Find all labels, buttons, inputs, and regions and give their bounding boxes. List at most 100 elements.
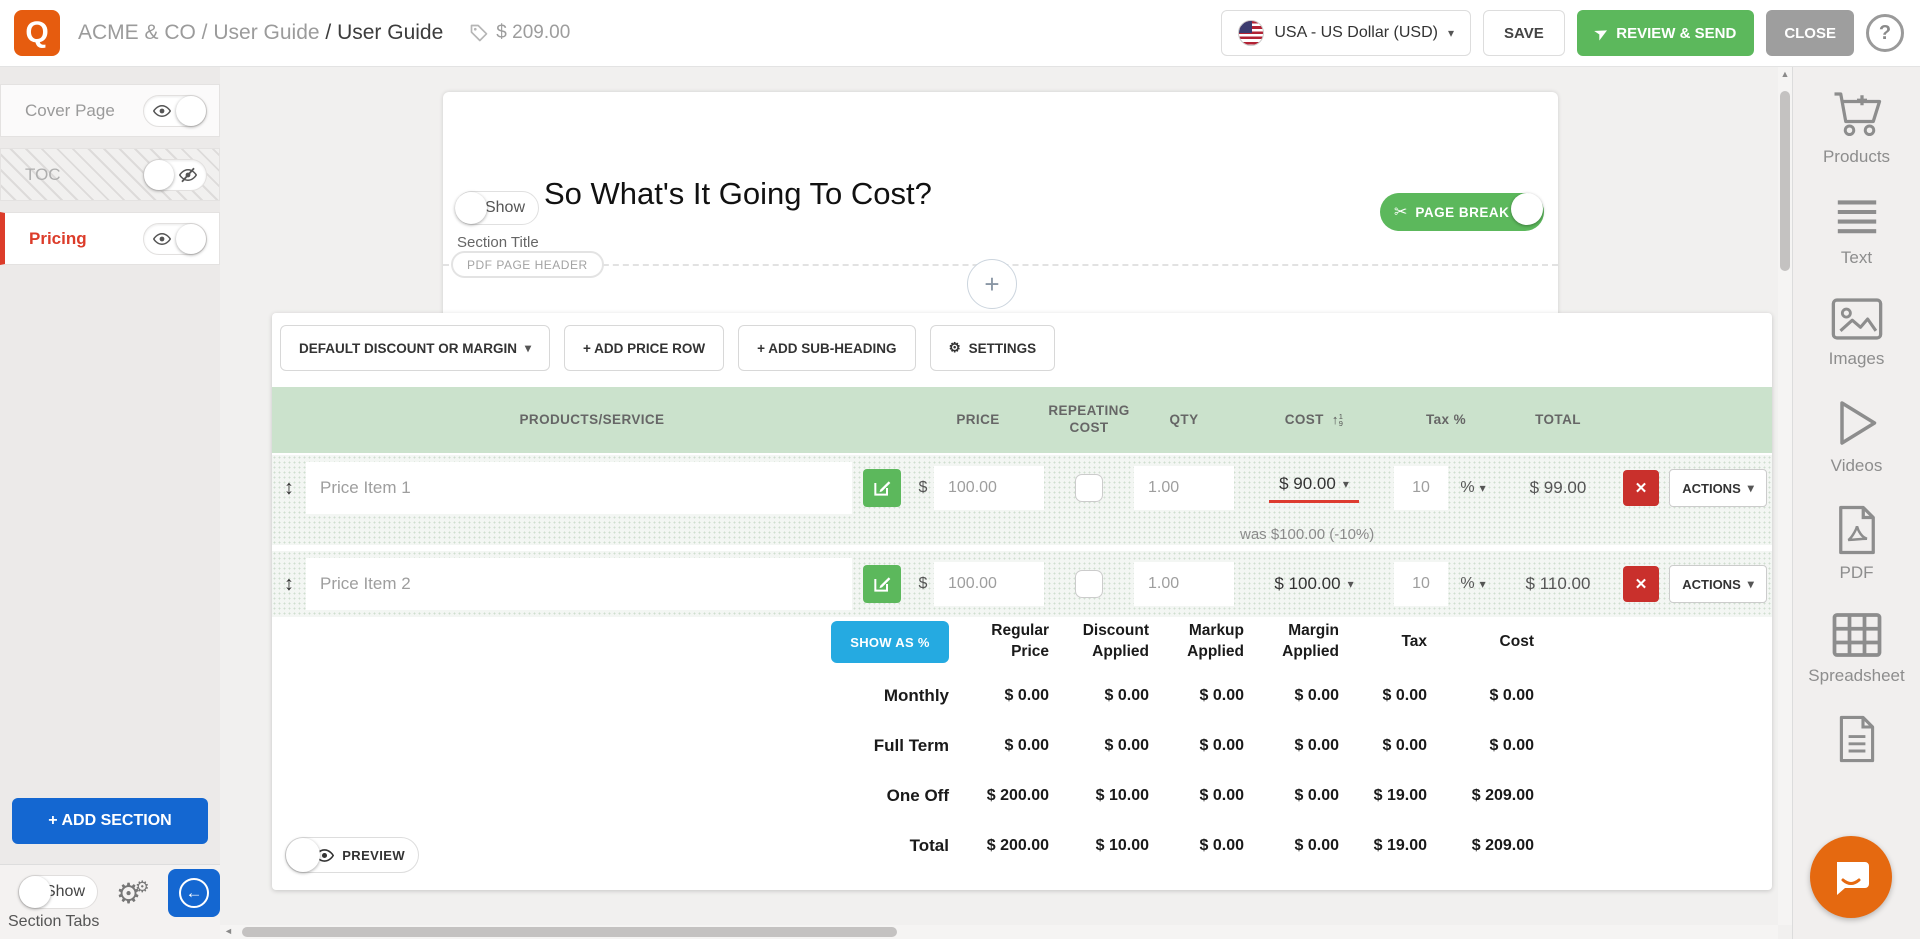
help-icon[interactable]: ? xyxy=(1866,14,1904,52)
add-subheading-button[interactable]: + ADD SUB-HEADING xyxy=(738,325,915,371)
horizontal-scrollbar[interactable]: ◄ xyxy=(220,925,1778,939)
tool-images[interactable]: Images xyxy=(1829,297,1885,369)
tool-spreadsheet[interactable]: Spreadsheet xyxy=(1808,612,1904,686)
drag-handle-icon[interactable]: ↕ xyxy=(272,551,306,617)
review-send-button[interactable]: ➤ REVIEW & SEND xyxy=(1577,10,1755,56)
qty-input[interactable] xyxy=(1134,466,1234,510)
image-icon xyxy=(1831,297,1883,341)
add-content-button[interactable]: + xyxy=(967,259,1017,309)
vertical-scrollbar[interactable]: ▲ xyxy=(1778,67,1792,925)
summary-value: $ 0.00 xyxy=(955,721,1055,771)
eye-off-icon xyxy=(179,166,197,184)
tool-label: Text xyxy=(1841,248,1872,268)
tool-label: Videos xyxy=(1831,456,1883,476)
chevron-down-icon: ▾ xyxy=(525,341,531,355)
tax-input[interactable] xyxy=(1394,562,1448,606)
tool-label: Spreadsheet xyxy=(1808,666,1904,686)
scroll-up-icon[interactable]: ▲ xyxy=(1778,69,1792,79)
default-discount-dropdown[interactable]: DEFAULT DISCOUNT OR MARGIN ▾ xyxy=(280,325,550,371)
collapse-sidebar-button[interactable]: ← xyxy=(168,869,220,917)
currency-selector[interactable]: USA - US Dollar (USD) ▾ xyxy=(1221,10,1471,56)
sidebar-footer: Show Section Tabs ⚙⚙ ← xyxy=(0,864,220,939)
repeating-cost-checkbox[interactable] xyxy=(1075,474,1103,502)
chat-widget-button[interactable] xyxy=(1810,836,1892,918)
section-title-show-toggle[interactable]: Show xyxy=(455,191,539,225)
toggle-knob xyxy=(176,224,206,254)
show-as-percent-button[interactable]: SHOW AS % xyxy=(831,621,949,663)
tool-pdf[interactable]: PDF xyxy=(1835,505,1879,583)
tool-products[interactable]: Products xyxy=(1823,89,1890,167)
section-tabs-toggle[interactable]: Show xyxy=(18,875,98,909)
chevron-down-icon: ▾ xyxy=(1348,577,1354,591)
row-actions-dropdown[interactable]: ACTIONS▾ xyxy=(1669,469,1767,507)
summary-row-label: Full Term xyxy=(785,721,955,771)
tool-videos[interactable]: Videos xyxy=(1831,398,1883,476)
summary-row-label: Monthly xyxy=(785,671,955,721)
cost-dropdown[interactable]: $ 100.00▾ xyxy=(1234,551,1394,617)
x-icon: ✕ xyxy=(1635,480,1648,497)
horizontal-scroll-thumb[interactable] xyxy=(242,927,897,937)
app-root: Q ACME & CO / User Guide / User Guide $ … xyxy=(0,0,1920,939)
delete-row-button[interactable]: ✕ xyxy=(1623,470,1659,506)
scroll-left-icon[interactable]: ◄ xyxy=(224,926,233,936)
toggle-knob xyxy=(1511,193,1543,225)
pdf-page-header-label: PDF PAGE HEADER xyxy=(451,251,604,278)
sidebar-item-toc[interactable]: TOC xyxy=(0,148,220,201)
vertical-scroll-thumb[interactable] xyxy=(1780,91,1790,271)
delete-row-button[interactable]: ✕ xyxy=(1623,566,1659,602)
summary-value: $ 0.00 xyxy=(1433,721,1540,771)
toc-visibility-toggle[interactable] xyxy=(143,159,207,191)
add-price-row-button[interactable]: + ADD PRICE ROW xyxy=(564,325,724,371)
chevron-down-icon: ▾ xyxy=(1480,481,1486,495)
col-repeating-cost: REPEATING COST xyxy=(1044,387,1134,453)
summary-value: $ 0.00 xyxy=(1155,671,1250,721)
row-actions-dropdown[interactable]: ACTIONS▾ xyxy=(1669,565,1767,603)
settings-button[interactable]: ⚙ SETTINGS xyxy=(930,325,1056,371)
edit-item-button[interactable] xyxy=(863,469,901,507)
section-label: Cover Page xyxy=(25,101,115,121)
item-name-input[interactable] xyxy=(306,558,852,610)
cost-dropdown[interactable]: $ 90.00▾ xyxy=(1234,455,1394,521)
summary-value: $ 19.00 xyxy=(1345,771,1433,821)
tool-text[interactable]: Text xyxy=(1833,196,1881,268)
sidebar-item-pricing[interactable]: Pricing xyxy=(0,212,220,265)
pricing-visibility-toggle[interactable] xyxy=(143,223,207,255)
summary-col-header: Discount Applied xyxy=(1055,613,1155,671)
drag-handle-icon[interactable]: ↕ xyxy=(272,455,306,521)
preview-toggle[interactable]: PREVIEW xyxy=(285,837,419,873)
settings-gears-icon[interactable]: ⚙⚙ xyxy=(116,877,149,910)
qty-input[interactable] xyxy=(1134,562,1234,606)
close-button[interactable]: CLOSE xyxy=(1766,10,1854,56)
summary-row-label: One Off xyxy=(785,771,955,821)
breadcrumb-path[interactable]: ACME & CO / User Guide xyxy=(78,21,320,44)
col-cost[interactable]: COST ↑ 19 xyxy=(1234,387,1394,453)
tax-unit-dropdown[interactable]: %▾ xyxy=(1460,575,1485,593)
price-input[interactable] xyxy=(934,466,1044,510)
edit-item-button[interactable] xyxy=(863,565,901,603)
price-table-header: PRODUCTS/SERVICE PRICE REPEATING COST QT… xyxy=(272,387,1772,453)
summary-col-header: Regular Price xyxy=(955,613,1055,671)
section-title[interactable]: So What's It Going To Cost? xyxy=(544,176,932,212)
topbar-actions: USA - US Dollar (USD) ▾ SAVE ➤ REVIEW & … xyxy=(1221,10,1920,56)
tax-input[interactable] xyxy=(1394,466,1448,510)
price-row-1: ↕ $ $ 90.00▾ xyxy=(272,455,1772,545)
currency-symbol: $ xyxy=(912,551,934,617)
sort-numeric-icon[interactable]: ↑ 19 xyxy=(1332,412,1343,428)
app-logo-icon[interactable]: Q xyxy=(14,10,60,56)
row-total: $ 110.00 xyxy=(1498,551,1618,617)
repeating-cost-checkbox[interactable] xyxy=(1075,570,1103,598)
price-input[interactable] xyxy=(934,562,1044,606)
usa-flag-icon xyxy=(1238,20,1264,46)
sidebar-item-cover-page[interactable]: Cover Page xyxy=(0,84,220,137)
summary-col-header: Cost xyxy=(1433,613,1540,671)
preview-label: PREVIEW xyxy=(342,848,405,863)
item-name-input[interactable] xyxy=(306,462,852,514)
save-button[interactable]: SAVE xyxy=(1483,10,1565,56)
tax-unit-dropdown[interactable]: %▾ xyxy=(1460,479,1485,497)
page-break-toggle[interactable]: ✂ PAGE BREAK xyxy=(1380,193,1544,231)
quote-total-value: $ 209.00 xyxy=(496,22,570,44)
tool-document-partial[interactable] xyxy=(1836,715,1878,763)
chevron-down-icon: ▾ xyxy=(1448,26,1454,40)
add-section-button[interactable]: + ADD SECTION xyxy=(12,798,208,844)
cover-page-visibility-toggle[interactable] xyxy=(143,95,207,127)
